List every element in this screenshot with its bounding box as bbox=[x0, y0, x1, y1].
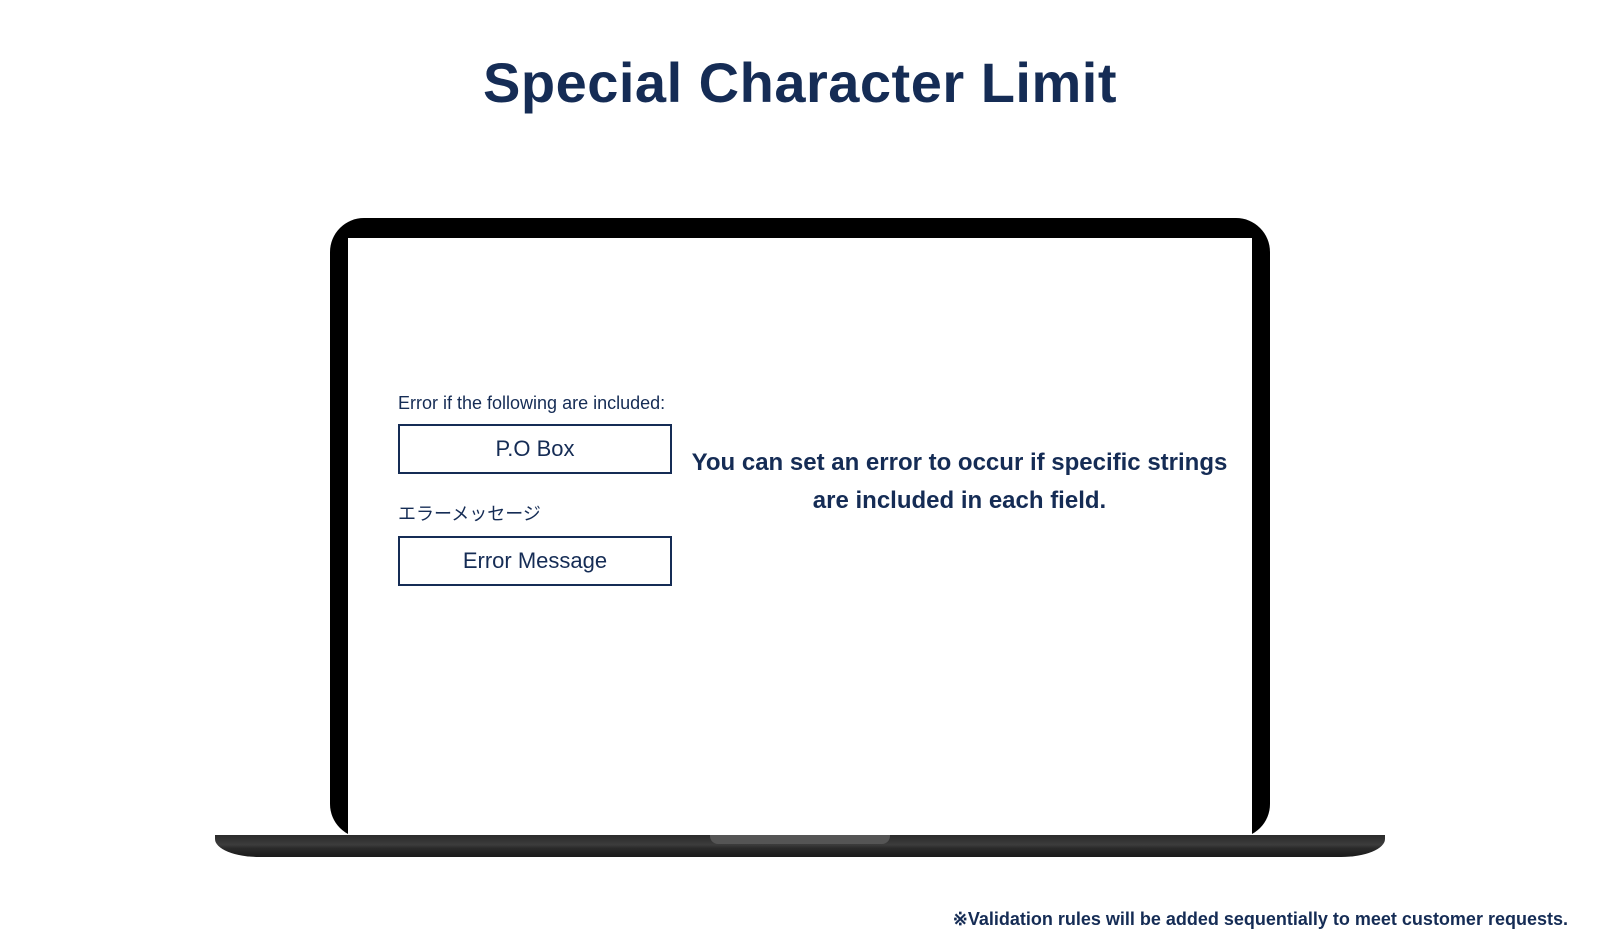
screen-content: Error if the following are included: P.O… bbox=[348, 238, 1252, 838]
page-title: Special Character Limit bbox=[0, 50, 1600, 115]
error-condition-label: Error if the following are included: bbox=[398, 393, 678, 414]
description-area: You can set an error to occur if specifi… bbox=[682, 444, 1237, 521]
blocked-string-input[interactable]: P.O Box bbox=[398, 424, 672, 474]
laptop-body: Error if the following are included: P.O… bbox=[330, 218, 1270, 838]
laptop-trackpad-notch bbox=[710, 835, 890, 844]
laptop-illustration: Error if the following are included: P.O… bbox=[215, 218, 1385, 857]
footnote: ※Validation rules will be added sequenti… bbox=[953, 909, 1568, 930]
error-message-label: エラーメッセージ bbox=[398, 500, 678, 526]
form-area: Error if the following are included: P.O… bbox=[398, 393, 678, 612]
laptop-screen: Error if the following are included: P.O… bbox=[348, 238, 1252, 838]
error-message-input[interactable]: Error Message bbox=[398, 536, 672, 586]
laptop-base bbox=[215, 835, 1385, 857]
description-text: You can set an error to occur if specifi… bbox=[682, 444, 1237, 521]
